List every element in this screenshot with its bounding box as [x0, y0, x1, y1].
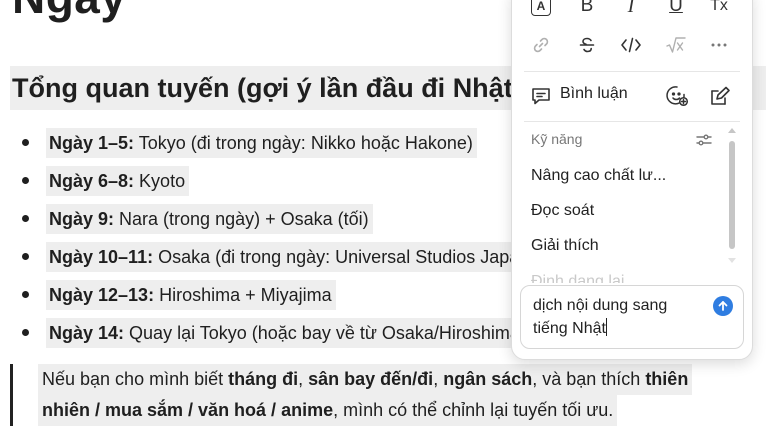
edit-button[interactable] — [708, 84, 732, 108]
list-item-text[interactable]: Ngày 1–5: Tokyo (đi trong ngày: Nikko ho… — [46, 128, 477, 158]
square-root-icon — [666, 37, 686, 53]
strikethrough-icon — [579, 37, 595, 53]
blockquote-note[interactable]: Nếu bạn cho mình biết tháng đi, sân bay … — [38, 364, 738, 426]
bold-button[interactable]: B — [575, 0, 599, 18]
clear-format-button[interactable]: Tx — [707, 0, 731, 18]
comment-label[interactable]: Bình luận — [560, 85, 628, 103]
italic-button[interactable]: I — [619, 0, 643, 18]
emoji-button[interactable] — [665, 84, 689, 108]
underline-button[interactable]: U — [664, 0, 688, 18]
scroll-up-arrow-icon — [728, 128, 736, 133]
comment-icon — [532, 88, 550, 105]
prompt-input-text[interactable]: dịch nội dung sang tiếng Nhật — [533, 294, 703, 340]
skills-title: Kỹ năng — [531, 131, 583, 147]
comment-row: Bình luận — [512, 81, 752, 111]
list-item-text[interactable]: Ngày 6–8: Kyoto — [46, 166, 190, 196]
blockquote-bar — [10, 364, 13, 426]
bullet-icon — [22, 329, 29, 336]
text-caret — [605, 318, 607, 336]
underline-icon: U — [669, 0, 683, 16]
more-options-button[interactable] — [707, 33, 731, 57]
skill-item-reformat[interactable]: Định dạng lại — [531, 272, 624, 283]
link-button[interactable] — [529, 33, 553, 57]
toolbar-divider — [524, 71, 740, 72]
code-icon — [621, 37, 641, 53]
bullet-icon — [22, 177, 29, 184]
bullet-icon — [22, 215, 29, 222]
list-item-text[interactable]: Ngày 9: Nara (trong ngày) + Osaka (tối) — [46, 204, 373, 234]
emoji-add-icon — [666, 86, 689, 107]
bullet-icon — [22, 253, 29, 260]
list-item-text[interactable]: Ngày 10–11: Osaka (đi trong ngày: Univer… — [46, 242, 540, 272]
comment-button[interactable] — [529, 84, 553, 108]
sliders-icon — [696, 134, 712, 146]
format-toolbar-row-1: A B I U Tx — [512, 0, 752, 24]
skills-scrollbar[interactable] — [726, 121, 738, 281]
send-button[interactable] — [713, 296, 733, 316]
format-toolbar-row-2 — [512, 33, 752, 63]
edit-pen-icon — [711, 86, 730, 105]
italic-icon: I — [627, 0, 635, 17]
skill-item-improve[interactable]: Nâng cao chất lư... — [531, 167, 666, 185]
bullet-icon — [22, 291, 29, 298]
skills-settings-button[interactable] — [692, 128, 716, 152]
text-color-button[interactable]: A — [529, 0, 553, 18]
bold-icon: B — [580, 0, 594, 16]
scroll-down-arrow-icon — [728, 258, 736, 263]
page-title: Ngày — [12, 0, 126, 24]
list-item-text[interactable]: Ngày 14: Quay lại Tokyo (hoặc bay về từ … — [46, 318, 530, 348]
equation-button[interactable] — [664, 33, 688, 57]
comment-divider — [524, 121, 740, 122]
code-button[interactable] — [619, 33, 643, 57]
arrow-up-icon — [718, 301, 728, 311]
bullet-icon — [22, 139, 29, 146]
more-horizontal-icon — [711, 43, 727, 47]
ai-format-panel: A B I U Tx Bình luận Kỹ năng Nâng cao ch… — [511, 0, 753, 360]
strikethrough-button[interactable] — [575, 33, 599, 57]
link-icon — [533, 37, 549, 53]
clear-format-icon: Tx — [710, 0, 728, 14]
text-color-icon: A — [531, 0, 551, 16]
skill-item-explain[interactable]: Giải thích — [531, 237, 599, 255]
list-item-text[interactable]: Ngày 12–13: Hiroshima + Miyajima — [46, 280, 336, 310]
scrollbar-thumb[interactable] — [729, 141, 735, 249]
prompt-input[interactable]: dịch nội dung sang tiếng Nhật — [520, 285, 744, 349]
skill-item-proofread[interactable]: Đọc soát — [531, 202, 594, 220]
